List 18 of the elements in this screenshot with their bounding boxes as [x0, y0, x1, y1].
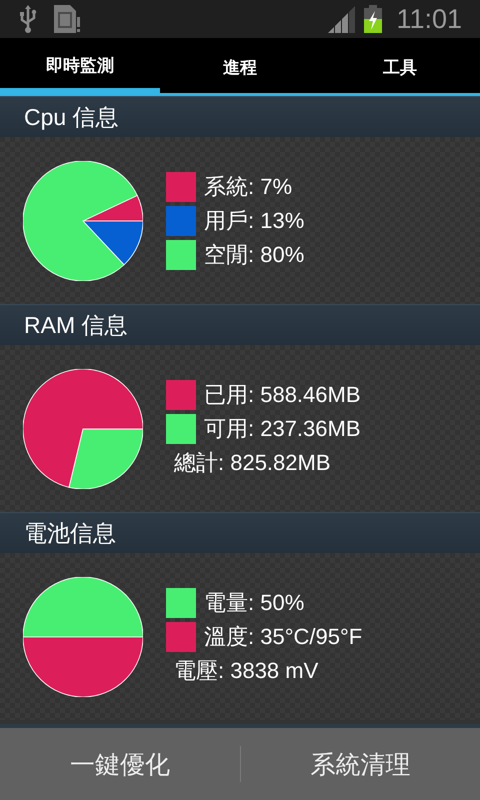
clock-time: 11:01 — [396, 4, 462, 34]
legend-label: 溫度: 35°C/95°F — [204, 622, 362, 650]
sim-card-icon — [54, 5, 80, 33]
legend-label: 空閒: 80% — [204, 240, 304, 268]
legend-label: 電量: 50% — [204, 588, 304, 616]
usb-icon — [18, 5, 38, 33]
section-header: RAM 信息 — [0, 304, 480, 345]
legend-label: 電壓: 3838 mV — [174, 656, 318, 684]
legend-label: 已用: 588.46MB — [204, 380, 361, 408]
legend-label: 總計: 825.82MB — [174, 448, 331, 476]
section-header: 電池信息 — [0, 512, 480, 553]
legend-label: 系統: 7% — [204, 172, 292, 200]
legend-label: 可用: 237.36MB — [204, 414, 361, 442]
signal-icon — [328, 5, 356, 33]
tab[interactable]: 工具 — [320, 38, 480, 96]
section-header: Cpu 信息 — [0, 96, 480, 137]
tab[interactable]: 進程 — [160, 38, 320, 96]
legend-label: 用戶: 13% — [204, 206, 304, 234]
